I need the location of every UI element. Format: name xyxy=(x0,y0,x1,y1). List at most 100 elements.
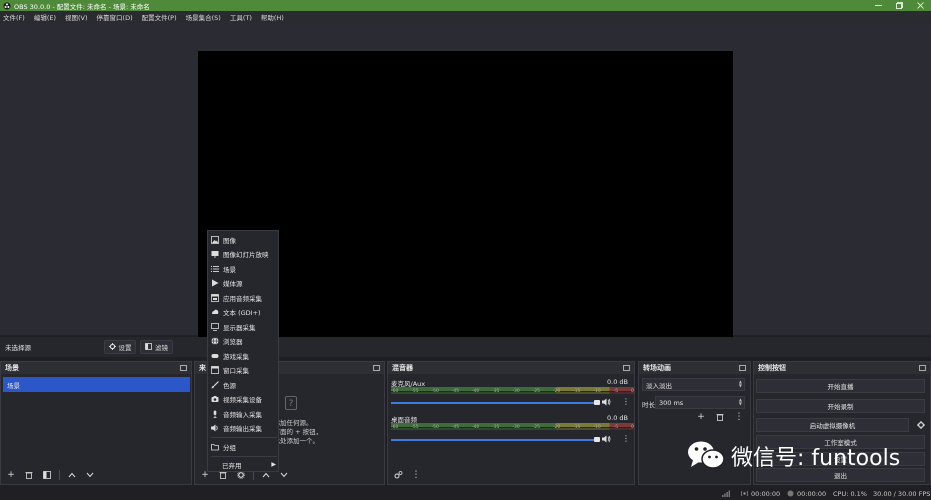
menu-item-text-gdi[interactable]: 文本 (GDI+) xyxy=(208,305,280,318)
scene-list-item[interactable]: 场景 xyxy=(3,377,190,392)
status-bar: 00:00:00 00:00:00 CPU: 0.1% 30.00 / 30.0… xyxy=(0,487,931,500)
monitor-icon xyxy=(211,322,219,331)
slideshow-icon xyxy=(211,250,219,258)
virtual-camera-settings-icon[interactable] xyxy=(913,418,929,432)
menu-docks[interactable]: 停靠窗口(D) xyxy=(97,12,133,22)
menu-item-audio-output-capture[interactable]: 音频输出采集 xyxy=(208,421,280,434)
transitions-title: 转场动画 xyxy=(643,364,671,372)
menu-item-game-capture[interactable]: 游戏采集 xyxy=(208,349,280,362)
menu-edit[interactable]: 编辑(E) xyxy=(34,12,56,22)
menu-item-video-capture-device[interactable]: 视频采集设备 xyxy=(208,392,280,405)
menu-item-display-capture[interactable]: 显示器采集 xyxy=(208,320,280,333)
stream-status-icon xyxy=(740,490,749,499)
gamepad-icon xyxy=(211,352,219,360)
meter-tick-label: -55 xyxy=(411,425,419,430)
title-bar: OBS 30.0.0 - 配置文件: 未命名 - 场景: 未命名 xyxy=(0,0,931,11)
meter-tick-label: -5 xyxy=(613,389,619,394)
scenes-toolbar: + xyxy=(1,466,191,484)
wechat-watermark: 微信号: funtools xyxy=(687,440,900,472)
start-streaming-button[interactable]: 开始直播 xyxy=(756,379,925,393)
minimize-button[interactable] xyxy=(868,0,889,11)
meter-tick-label: -60 xyxy=(391,425,399,430)
remove-transition-button[interactable] xyxy=(712,410,728,424)
menu-scene-collection[interactable]: 场景集合(S) xyxy=(186,12,221,22)
transition-select[interactable]: 淡入淡出 ▲ ▼ xyxy=(642,378,745,391)
transition-menu-button[interactable]: ⋮ xyxy=(731,410,747,424)
speaker-icon[interactable] xyxy=(602,435,611,445)
menu-item-window-capture[interactable]: 窗口采集 xyxy=(208,363,280,376)
menu-item-scene[interactable]: 场景 xyxy=(208,262,280,275)
meter-scale: -60 -55 -50 -45 -40 -35 -30 -25 -20 -15 -10 -5 0 xyxy=(391,425,634,431)
meter-tick-label: -35 xyxy=(492,425,500,430)
camera-icon xyxy=(211,395,219,403)
start-streaming-label: 开始直播 xyxy=(827,383,854,391)
duration-spinbox[interactable]: 300 ms ▲ ▼ xyxy=(655,396,745,409)
menu-item-media-source[interactable]: 媒体源 xyxy=(208,276,280,289)
menu-item-deprecated[interactable]: 已弃用 ▶ xyxy=(208,458,280,471)
network-strength-icon xyxy=(722,490,731,499)
meter-tick-label: -15 xyxy=(573,425,581,430)
source-toolbar: 未选择源 设置 滤镜 xyxy=(0,337,931,357)
menu-item-app-audio-capture[interactable]: 应用音频采集 xyxy=(208,291,280,304)
move-scene-up-button[interactable] xyxy=(64,468,80,482)
menu-item-group[interactable]: 分组 xyxy=(208,440,280,453)
kebab-menu-icon[interactable]: ⋮ xyxy=(622,397,630,406)
duration-label: 时长 xyxy=(642,401,655,409)
scene-filters-button[interactable] xyxy=(39,468,55,482)
toolbar-divider xyxy=(59,470,60,480)
dock-popout-icon[interactable] xyxy=(919,365,926,371)
duration-value: 300 ms xyxy=(659,398,684,407)
add-scene-button[interactable]: + xyxy=(3,468,19,482)
move-scene-down-button[interactable] xyxy=(82,468,98,482)
meter-tick-label: -40 xyxy=(471,425,480,430)
menu-tools[interactable]: 工具(T) xyxy=(230,12,252,22)
dock-popout-icon[interactable] xyxy=(739,365,746,371)
close-button[interactable] xyxy=(910,0,931,11)
fps-readout: 30.00 / 30.00 FPS xyxy=(873,490,931,498)
source-filters-button[interactable]: 滤镜 xyxy=(140,340,173,354)
menu-bar: 文件(F) 编辑(E) 视图(V) 停靠窗口(D) 配置文件(P) 场景集合(S… xyxy=(0,11,931,23)
volume-slider-handle[interactable] xyxy=(594,400,600,405)
mixer-menu-button[interactable]: ⋮ xyxy=(408,468,424,482)
dock-popout-icon[interactable] xyxy=(623,365,630,371)
menu-item-label: 游戏采集 xyxy=(223,352,249,361)
audio-mixer-dock: 混音器 麦克风/Aux 0.0 dB -60 -55 -50 -45 -40 -35 -30… xyxy=(387,361,635,485)
advanced-audio-button[interactable] xyxy=(390,468,406,482)
volume-slider[interactable] xyxy=(391,402,599,404)
menu-view[interactable]: 视图(V) xyxy=(65,12,88,22)
add-transition-button[interactable]: + xyxy=(693,410,709,424)
menu-help[interactable]: 帮助(H) xyxy=(261,12,284,22)
dock-popout-icon[interactable] xyxy=(180,365,187,371)
stream-time: 00:00:00 xyxy=(751,490,781,498)
menu-item-label: 分组 xyxy=(223,443,236,452)
start-virtual-camera-button[interactable]: 启动虚拟摄像机 xyxy=(756,418,909,432)
kebab-menu-icon[interactable]: ⋮ xyxy=(622,434,630,443)
meter-tick-label: -5 xyxy=(613,425,619,430)
app-audio-icon xyxy=(211,293,219,302)
menu-item-label: 音频输入采集 xyxy=(223,410,262,419)
menu-item-browser[interactable]: 浏览器 xyxy=(208,334,280,347)
select-arrows-icon: ▲ ▼ xyxy=(738,379,742,388)
start-recording-button[interactable]: 开始录制 xyxy=(756,399,925,413)
wechat-logo-icon xyxy=(687,440,725,472)
volume-slider[interactable] xyxy=(391,439,599,441)
menu-item-label: 色源 xyxy=(223,381,236,390)
preview-area xyxy=(0,23,931,351)
menu-profile[interactable]: 配置文件(P) xyxy=(142,12,177,22)
menu-item-image-slideshow[interactable]: 图像幻灯片放映 xyxy=(208,247,280,260)
source-settings-button[interactable]: 设置 xyxy=(104,340,136,354)
speaker-icon[interactable] xyxy=(602,398,611,408)
maximize-button[interactable] xyxy=(889,0,910,11)
menu-item-color-source[interactable]: 色源 xyxy=(208,378,280,391)
globe-icon xyxy=(211,336,219,345)
dock-popout-icon[interactable] xyxy=(373,365,380,371)
remove-scene-button[interactable] xyxy=(21,468,37,482)
volume-slider-handle[interactable] xyxy=(594,437,600,442)
menu-item-audio-input-capture[interactable]: 音频输入采集 xyxy=(208,407,280,420)
virtual-camera-label: 启动虚拟摄像机 xyxy=(809,422,856,430)
add-source-context-menu: 图像 图像幻灯片放映 场景 媒体源 应用音频采集 文本 (GDI+) 显示器采集… xyxy=(207,230,279,472)
menu-item-image[interactable]: 图像 xyxy=(208,233,280,246)
meter-tick-label: -10 xyxy=(593,425,601,430)
menu-file[interactable]: 文件(F) xyxy=(3,12,25,22)
meter-tick-label: -60 xyxy=(391,389,399,394)
